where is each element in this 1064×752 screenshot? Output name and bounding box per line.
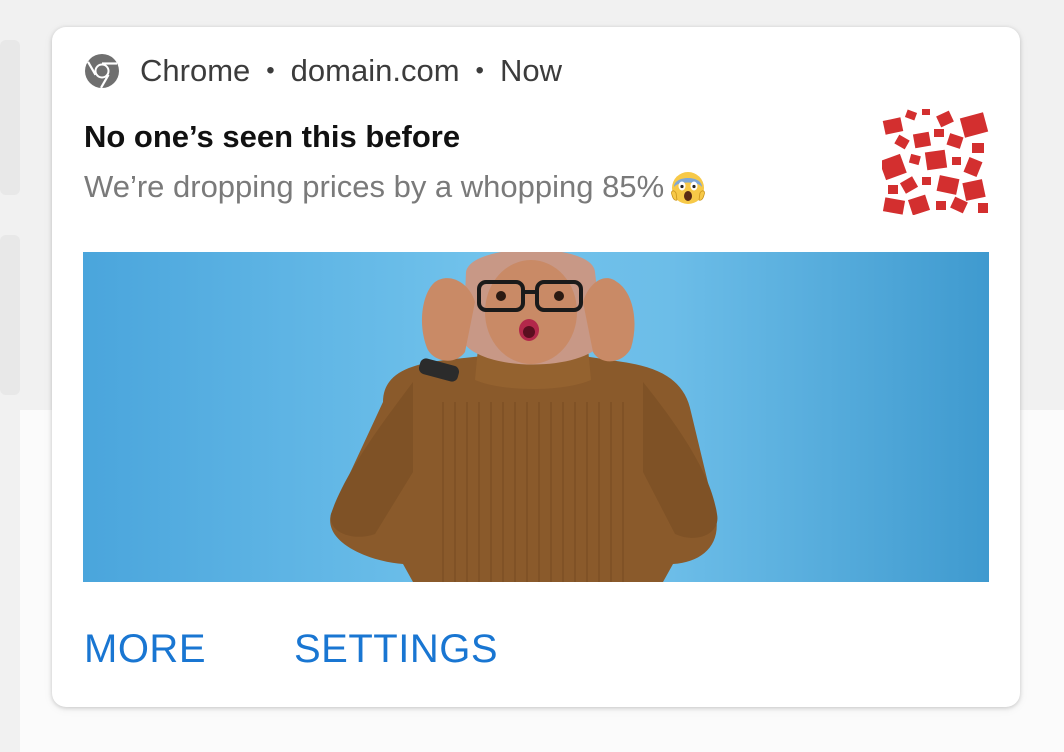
notification-actions: MORE SETTINGS xyxy=(84,627,586,672)
notification-body-text: We’re dropping prices by a whopping 85% xyxy=(84,169,665,204)
notification-card[interactable]: Chrome • domain.com • Now No one’s seen … xyxy=(52,27,1020,707)
surprised-woman-glasses-photo xyxy=(83,252,989,582)
more-button[interactable]: MORE xyxy=(84,627,206,672)
timestamp: Now xyxy=(499,53,562,88)
app-name: Chrome xyxy=(140,53,251,88)
background-panel xyxy=(0,235,20,395)
domain-label: domain.com xyxy=(290,53,460,88)
notification-title: No one’s seen this before xyxy=(84,119,461,154)
background-panel xyxy=(0,40,20,195)
settings-button[interactable]: SETTINGS xyxy=(294,627,498,672)
chrome-icon xyxy=(84,53,120,89)
separator-dot: • xyxy=(475,57,484,84)
notification-header: Chrome • domain.com • Now xyxy=(84,51,562,91)
separator-dot: • xyxy=(266,57,275,84)
notification-body: We’re dropping prices by a whopping 85% xyxy=(84,167,708,207)
screaming-face-emoji xyxy=(668,167,708,207)
sale-tags-thumbnail xyxy=(882,107,990,215)
